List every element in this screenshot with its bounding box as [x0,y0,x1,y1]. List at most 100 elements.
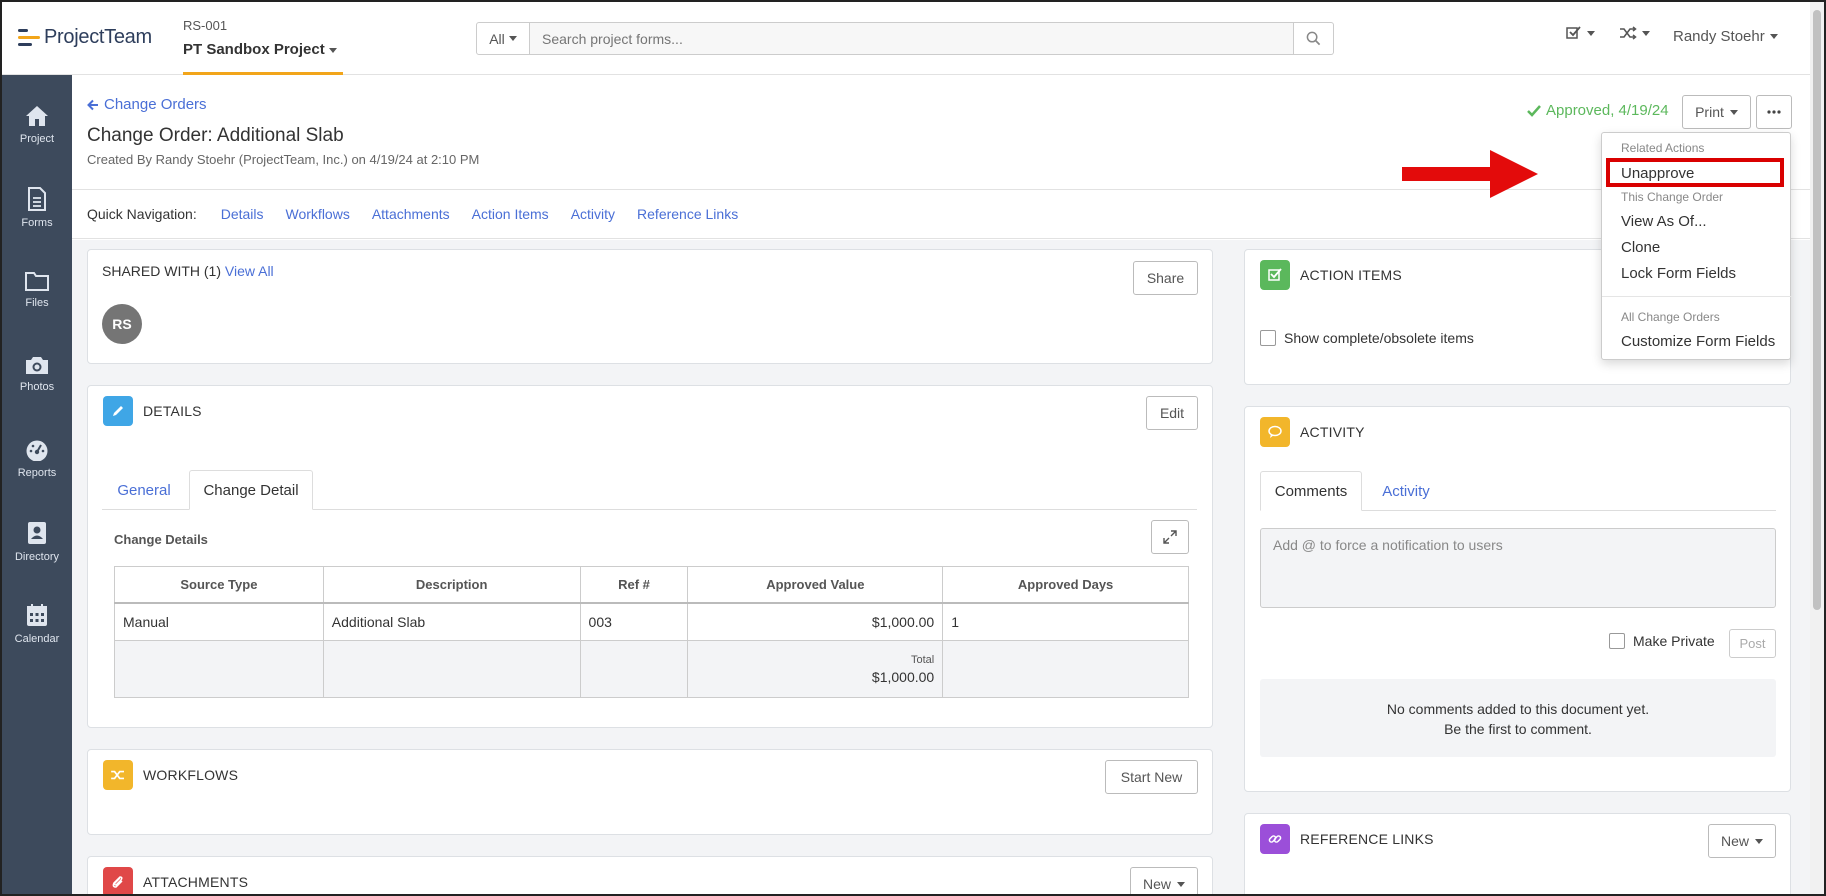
project-code: RS-001 [183,18,228,33]
tab-comments[interactable]: Comments [1260,471,1362,511]
table-row[interactable]: Manual Additional Slab 003 $1,000.00 1 [114,602,1189,641]
empty-comments-message: No comments added to this document yet. … [1260,679,1776,757]
nav-item-photos[interactable]: Photos [2,355,72,393]
edit-button[interactable]: Edit [1146,396,1198,430]
tab-change-detail[interactable]: Change Detail [189,470,313,510]
back-to-change-orders-link[interactable]: Change Orders [87,96,207,113]
scrollbar[interactable] [1810,0,1824,896]
cell-ref: 003 [579,602,689,641]
chevron-down-icon [1642,30,1650,36]
dropdown-header-related: Related Actions [1621,141,1705,155]
table-header-row: Source Type Description Ref # Approved V… [114,566,1189,604]
comment-textarea[interactable]: Add @ to force a notification to users [1260,528,1776,608]
show-complete-label: Show complete/obsolete items [1284,330,1474,346]
quick-nav-reference-links[interactable]: Reference Links [637,206,738,222]
new-reference-link-button[interactable]: New [1708,824,1776,858]
column-header[interactable]: Description [322,566,581,604]
make-private-checkbox[interactable] [1609,633,1625,649]
chevron-down-icon [1729,109,1738,115]
search-input[interactable] [530,22,1294,55]
search-bar: All [476,22,1334,55]
quick-nav-activity[interactable]: Activity [571,206,615,222]
scrollbar-thumb[interactable] [1813,10,1821,610]
pencil-icon [103,396,133,426]
nav-label: Files [25,297,49,309]
project-selector[interactable]: RS-001 PT Sandbox Project [183,18,343,75]
cell-approved-value: $1,000.00 [687,602,944,641]
menu-item-customize-form-fields[interactable]: Customize Form Fields [1621,333,1775,350]
workflow-menu[interactable] [1619,26,1650,40]
post-label: Post [1739,636,1766,651]
calendar-icon [27,604,47,626]
menu-item-view-as-of[interactable]: View As Of... [1621,213,1707,230]
logo-icon [18,28,40,48]
nav-label: Forms [21,217,53,229]
change-details-heading: Change Details [114,532,208,547]
share-button[interactable]: Share [1133,261,1198,295]
new-attachment-button[interactable]: New [1130,867,1198,896]
tasks-menu[interactable] [1566,26,1595,40]
total-value: $1,000.00 [871,668,935,685]
nav-item-directory[interactable]: Directory [2,521,72,563]
menu-item-lock-form-fields[interactable]: Lock Form Fields [1621,265,1736,282]
dropdown-header-all: All Change Orders [1621,310,1720,324]
more-actions-button[interactable] [1756,95,1792,129]
workflows-card: WORKFLOWS Start New [87,749,1213,835]
tab-general[interactable]: General [102,470,186,510]
shared-with-card: SHARED WITH (1) View All Share RS [87,249,1213,364]
activity-tabs: Comments Activity [1260,471,1776,511]
column-header[interactable]: Source Type [114,566,324,604]
activity-card: ACTIVITY Comments Activity Add @ to forc… [1244,406,1791,792]
logo-text-light: Project [44,26,105,48]
quick-nav-details[interactable]: Details [221,206,264,222]
details-card: DETAILS Edit General Change Detail Chang… [87,385,1213,728]
column-header[interactable]: Ref # [579,566,689,604]
contact-book-icon [28,522,46,544]
camera-icon [26,357,48,374]
nav-label: Reports [17,467,57,479]
nav-label: Photos [19,381,55,393]
user-menu[interactable]: Randy Stoehr [1673,28,1778,45]
nav-item-calendar[interactable]: Calendar [2,603,72,645]
quick-nav-attachments[interactable]: Attachments [372,206,450,222]
check-icon [1527,104,1541,117]
column-header[interactable]: Approved Value [687,566,944,604]
search-button[interactable] [1294,22,1334,55]
nav-item-files[interactable]: Files [2,271,72,309]
column-header[interactable]: Approved Days [942,566,1189,604]
view-all-link[interactable]: View All [225,263,274,279]
post-button[interactable]: Post [1729,629,1776,658]
nav-item-forms[interactable]: Forms [2,187,72,229]
created-by-text: Created By Randy Stoehr (ProjectTeam, In… [87,152,480,167]
make-private-toggle[interactable]: Make Private [1609,633,1715,649]
quick-nav-action-items[interactable]: Action Items [472,206,549,222]
tab-activity[interactable]: Activity [1364,471,1448,511]
dropdown-divider [1602,296,1792,297]
total-cell: Total $1,000.00 [687,640,944,698]
search-scope-dropdown[interactable]: All [476,22,530,55]
quick-nav-workflows[interactable]: Workflows [286,206,350,222]
reference-links-title: REFERENCE LINKS [1300,831,1434,847]
nav-item-reports[interactable]: Reports [2,439,72,479]
nav-label: Directory [14,551,59,563]
show-complete-checkbox[interactable] [1260,330,1276,346]
paperclip-icon [103,867,133,896]
empty-message-line-2: Be the first to comment. [1444,721,1592,737]
approval-status: Approved, 4/19/24 [1527,102,1669,119]
folder-icon [25,272,49,291]
empty-cell [322,640,581,698]
menu-item-clone[interactable]: Clone [1621,239,1660,256]
nav-item-project[interactable]: Project [2,105,72,145]
avatar[interactable]: RS [102,304,142,344]
speech-bubble-icon [1260,417,1290,447]
link-icon [1260,824,1290,854]
expand-button[interactable] [1151,520,1189,554]
projectteam-logo[interactable]: ProjectTeam [18,26,152,49]
chevron-down-icon [1177,881,1185,887]
print-button[interactable]: Print [1682,95,1751,129]
attachments-title: ATTACHMENTS [143,874,249,890]
show-complete-toggle[interactable]: Show complete/obsolete items [1260,330,1474,346]
cell-source-type: Manual [114,602,324,641]
shuffle-icon [103,760,133,790]
start-new-workflow-button[interactable]: Start New [1105,760,1198,794]
